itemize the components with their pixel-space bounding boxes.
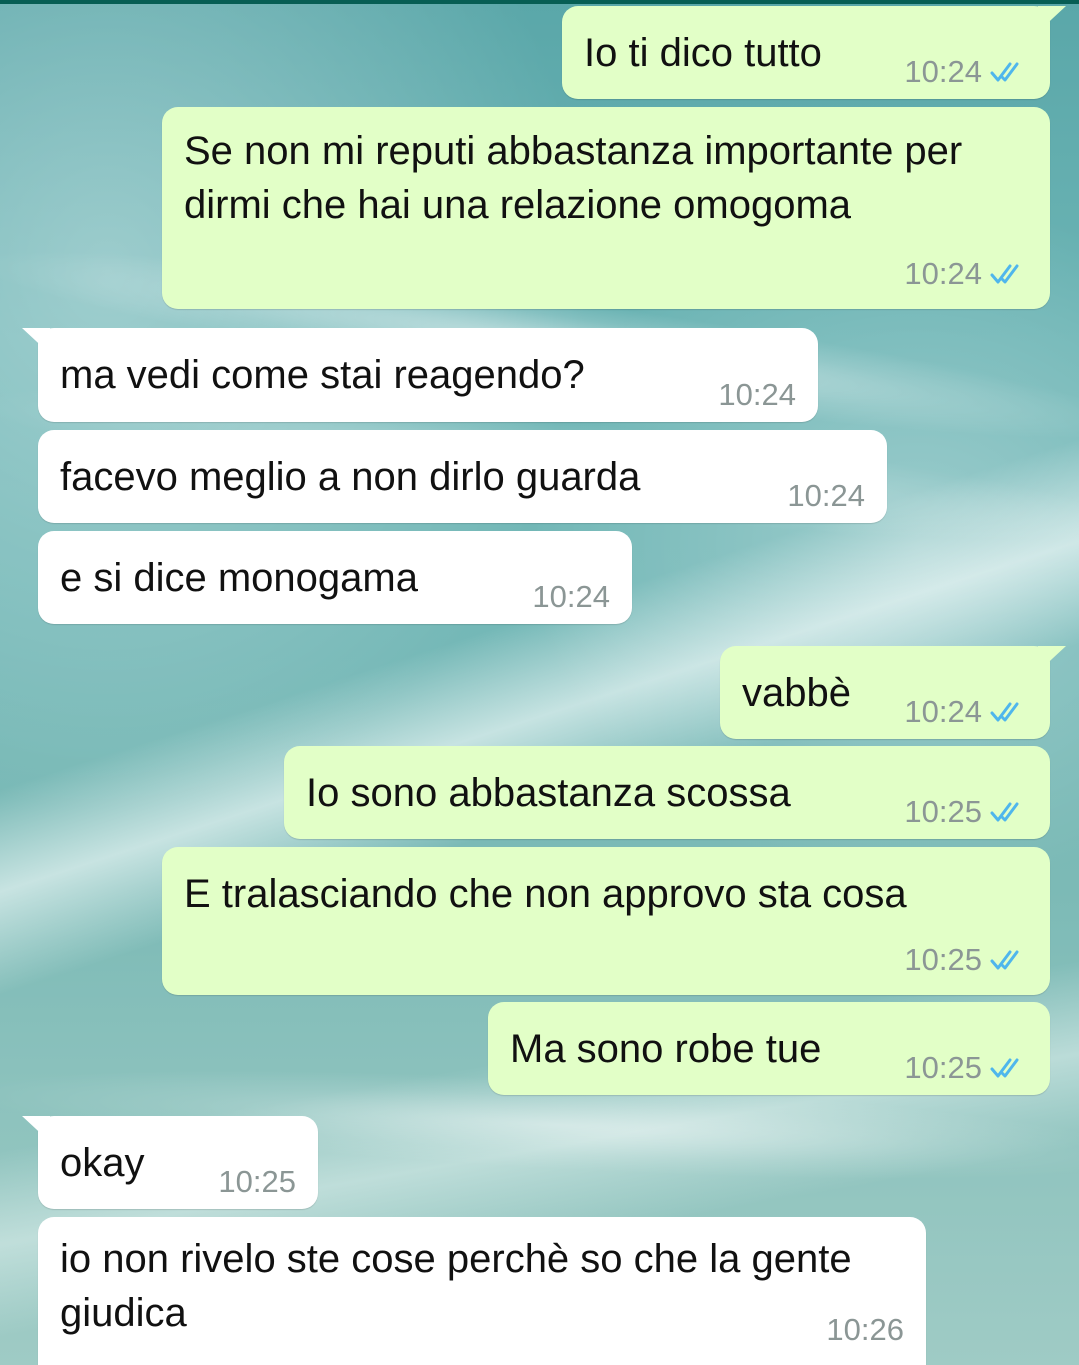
message-time: 10:24 (904, 694, 982, 729)
message-meta: 10:24 (787, 479, 865, 513)
message-meta: 10:25 (218, 1165, 296, 1199)
message-text: vabbè (742, 671, 851, 715)
read-receipt-icon (990, 950, 1019, 970)
read-receipt-icon (990, 702, 1019, 722)
incoming-message[interactable]: okay 10:25 (22, 1116, 318, 1209)
message-time: 10:24 (904, 256, 982, 291)
message-time: 10:24 (904, 54, 982, 89)
read-receipt-icon (990, 264, 1019, 284)
message-text: Io sono abbastanza scossa (306, 771, 791, 815)
message-time: 10:25 (904, 942, 982, 977)
incoming-message[interactable]: facevo meglio a non dirlo guarda 10:24 (38, 430, 887, 523)
outgoing-message[interactable]: E tralasciando che non approvo sta cosa … (162, 847, 1050, 995)
message-time: 10:24 (718, 377, 796, 412)
incoming-message[interactable]: e si dice monogama 10:24 (38, 531, 632, 624)
message-meta: 10:24 (904, 695, 1028, 729)
message-text: E tralasciando che non approvo sta cosa (184, 872, 907, 916)
bubble-tail (1038, 646, 1066, 672)
read-receipt-icon (990, 802, 1019, 822)
message-meta: 10:25 (904, 943, 1028, 977)
message-meta: 10:24 (904, 55, 1028, 89)
bubble-tail (22, 328, 50, 354)
message-text: ma vedi come stai reagendo? (60, 353, 585, 397)
outgoing-message[interactable]: Se non mi reputi abbastanza importante p… (162, 107, 1050, 309)
message-text: okay (60, 1141, 145, 1185)
message-time: 10:24 (787, 478, 865, 513)
message-time: 10:25 (904, 794, 982, 829)
incoming-message[interactable]: io non rivelo ste cose perchè so che la … (38, 1217, 926, 1365)
app-bar-edge (0, 0, 1079, 4)
message-time: 10:24 (532, 579, 610, 614)
message-text: e si dice monogama (60, 556, 418, 600)
message-text: Ma sono robe tue (510, 1027, 822, 1071)
message-text: facevo meglio a non dirlo guarda (60, 455, 641, 499)
message-meta: 10:25 (904, 1051, 1028, 1085)
read-receipt-icon (990, 62, 1019, 82)
message-time: 10:26 (826, 1312, 904, 1347)
message-meta: 10:25 (904, 795, 1028, 829)
message-time: 10:25 (218, 1164, 296, 1199)
message-text: Se non mi reputi abbastanza importante p… (184, 129, 974, 227)
bubble-tail (1038, 6, 1066, 32)
message-meta: 10:24 (532, 580, 610, 614)
message-meta: 10:24 (718, 378, 796, 412)
message-time: 10:25 (904, 1050, 982, 1085)
outgoing-message[interactable]: vabbè 10:24 (720, 646, 1066, 739)
outgoing-message[interactable]: Io sono abbastanza scossa 10:25 (284, 746, 1050, 839)
message-text: Io ti dico tutto (584, 31, 822, 75)
read-receipt-icon (990, 1058, 1019, 1078)
bubble-tail (22, 1116, 50, 1142)
message-text: io non rivelo ste cose perchè so che la … (60, 1237, 863, 1335)
outgoing-message[interactable]: Ma sono robe tue 10:25 (488, 1002, 1050, 1095)
incoming-message[interactable]: ma vedi come stai reagendo? 10:24 (22, 328, 818, 422)
message-meta: 10:24 (904, 257, 1028, 291)
message-meta: 10:26 (826, 1313, 904, 1347)
outgoing-message[interactable]: Io ti dico tutto 10:24 (562, 6, 1066, 99)
